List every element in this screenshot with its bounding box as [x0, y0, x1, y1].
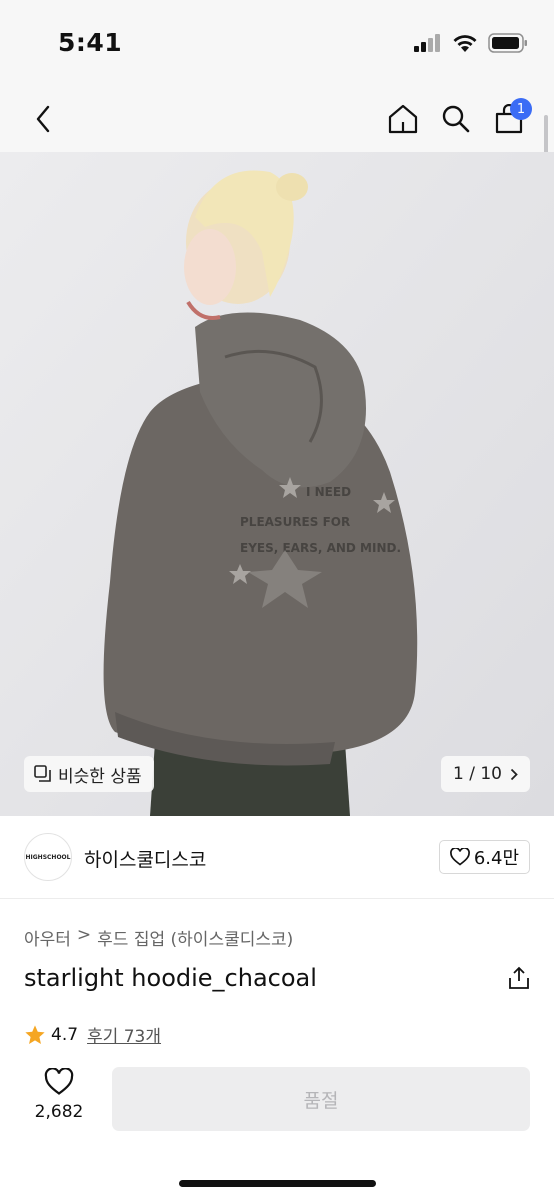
image-counter-text: 1 / 10	[453, 764, 502, 784]
rating-value: 4.7	[51, 1024, 79, 1045]
sold-out-label: 품절	[303, 1089, 339, 1112]
similar-products-button[interactable]: 비슷한 상품	[24, 756, 154, 792]
status-bar: 5:41	[0, 0, 554, 88]
heart-icon	[44, 1067, 74, 1095]
heart-icon	[449, 848, 470, 866]
cart-count-badge: 1	[510, 98, 532, 120]
print-line-3: EYES, EARS, AND MIND.	[240, 541, 401, 555]
battery-icon	[488, 33, 527, 53]
breadcrumb-separator: >	[76, 925, 92, 945]
brand-row: HIGHSCHOOL 하이스쿨디스코 6.4만	[0, 816, 554, 899]
brand-name[interactable]: 하이스쿨디스코	[84, 845, 206, 872]
wishlist-button[interactable]: 2,682	[26, 1067, 92, 1122]
share-icon	[509, 966, 529, 989]
brand-like-count: 6.4만	[473, 848, 519, 869]
signal-icon	[414, 34, 440, 52]
home-icon	[388, 104, 418, 134]
image-counter-button[interactable]: 1 / 10	[441, 756, 530, 792]
product-photo: I NEED PLEASURES FOR EYES, EARS, AND MIN…	[0, 152, 554, 816]
chevron-right-icon	[510, 768, 518, 780]
home-button[interactable]	[380, 96, 426, 142]
copy-icon	[34, 765, 51, 782]
print-line-1: I NEED	[306, 485, 351, 499]
sold-out-button[interactable]: 품절	[112, 1067, 530, 1131]
breadcrumb-subcategory[interactable]: 후드 집업 (하이스쿨디스코)	[97, 925, 293, 950]
product-title: starlight hoodie_chacoal	[24, 964, 317, 992]
breadcrumb: 아우터 > 후드 집업 (하이스쿨디스코)	[24, 925, 293, 950]
wishlist-count: 2,682	[34, 1102, 84, 1122]
brand-like-button[interactable]: 6.4만	[438, 840, 530, 874]
navigation-bar: 1	[0, 88, 554, 152]
breadcrumb-category[interactable]: 아우터	[24, 925, 71, 950]
cart-button[interactable]: 1	[486, 96, 532, 142]
share-button[interactable]	[508, 966, 530, 994]
star-icon	[25, 1024, 45, 1044]
status-time: 5:41	[58, 28, 123, 57]
rating-row: 4.7 후기 73개	[24, 1022, 161, 1047]
brand-logo-text: HIGHSCHOOL	[25, 853, 71, 861]
back-button[interactable]	[20, 96, 66, 142]
search-icon	[442, 105, 470, 133]
status-icons	[414, 33, 528, 53]
home-indicator	[179, 1180, 376, 1187]
chevron-left-icon	[36, 105, 50, 133]
wifi-icon	[453, 34, 477, 52]
review-count-link[interactable]: 후기 73개	[87, 1022, 161, 1047]
similar-products-label: 비슷한 상품	[58, 766, 142, 787]
search-button[interactable]	[433, 96, 479, 142]
brand-logo[interactable]: HIGHSCHOOL	[24, 833, 72, 881]
print-line-2: PLEASURES FOR	[240, 515, 350, 529]
product-image-carousel[interactable]: I NEED PLEASURES FOR EYES, EARS, AND MIN…	[0, 152, 554, 816]
